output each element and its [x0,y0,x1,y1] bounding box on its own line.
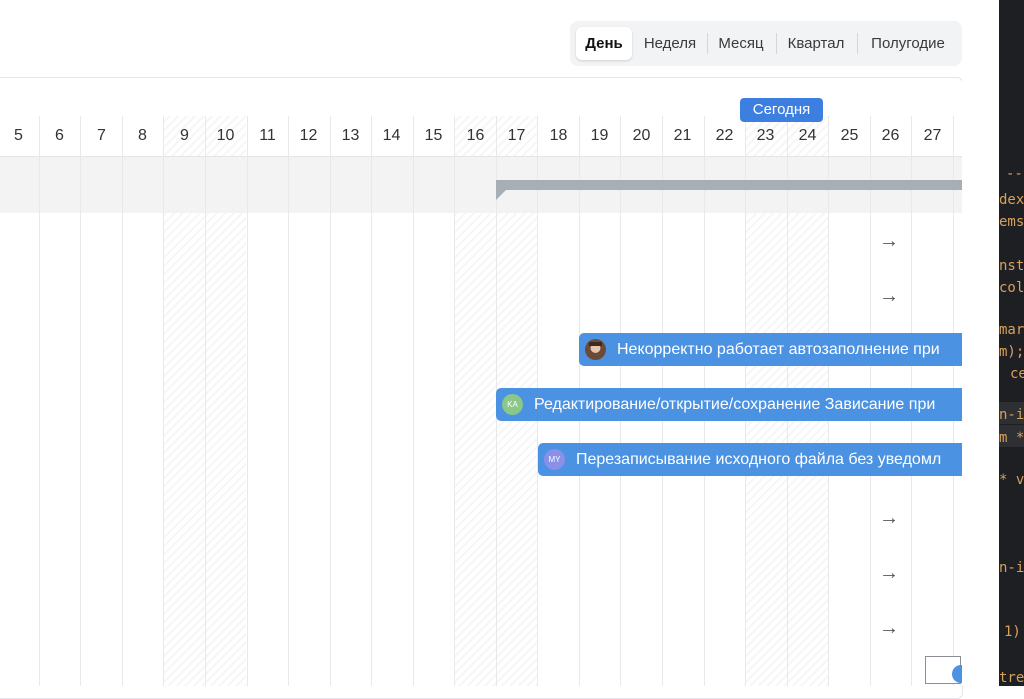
column-divider [39,116,40,686]
task-bar[interactable]: Некорректно работает автозаполнение при [579,333,962,366]
header-divider [0,156,962,157]
day-header: 10 [216,127,235,144]
day-header: 17 [507,127,526,144]
group-bar-tip [496,190,506,200]
code-line: 1) [1004,624,1021,640]
switcher-divider [776,33,777,54]
code-line: dex [999,192,1024,208]
task-title: Перезаписывание исходного файла без увед… [576,451,942,468]
day-header: 26 [881,127,900,144]
column-divider [330,116,331,686]
code-line: ce [1010,366,1024,382]
code-line: n-i [999,560,1024,576]
day-header: 18 [549,127,568,144]
day-header: 12 [299,127,318,144]
task-bar[interactable]: KA Редактирование/открытие/сохранение За… [496,388,962,421]
scroll-to-task-arrow-icon[interactable]: → [879,286,899,306]
view-month-button[interactable]: Месяц [709,27,773,60]
day-header: 20 [632,127,651,144]
group-summary-bar[interactable] [496,180,962,190]
code-line: * v [999,472,1024,488]
code-line: n-i [999,407,1024,423]
code-line: m); [999,344,1024,360]
day-header: 24 [798,127,817,144]
code-line: -- [1006,166,1023,182]
view-halfyear-button[interactable]: Полугодие [859,27,957,60]
day-header: 25 [840,127,859,144]
avatar: KA [502,394,523,415]
code-line: ems [999,214,1024,230]
switcher-divider [707,33,708,54]
day-header: 22 [715,127,734,144]
scroll-to-task-arrow-icon[interactable]: → [879,231,899,251]
task-bar[interactable]: MY Перезаписывание исходного файла без у… [538,443,962,476]
day-header: 7 [97,127,106,144]
today-badge: Сегодня [740,98,823,122]
code-line: m * [999,430,1024,446]
column-divider [247,116,248,686]
switcher-divider [857,33,858,54]
day-header: 9 [180,127,189,144]
code-line: tre [999,670,1024,686]
task-title: Редактирование/открытие/сохранение Завис… [534,396,936,413]
view-switcher: День Неделя Месяц Квартал Полугодие [570,21,962,66]
day-header: 21 [673,127,692,144]
day-header: 15 [424,127,443,144]
code-line: col [999,280,1024,296]
column-divider [371,116,372,686]
code-line: mar [999,322,1024,338]
column-divider [288,116,289,686]
column-divider [163,116,164,686]
avatar: MY [544,449,565,470]
task-title: Некорректно работает автозаполнение при [617,341,940,358]
day-header: 5 [14,127,23,144]
day-header: 6 [55,127,64,144]
day-header: 27 [923,127,942,144]
view-day-button[interactable]: День [576,27,632,60]
day-header: 11 [259,127,276,144]
day-header: 23 [756,127,775,144]
day-header: 14 [382,127,401,144]
column-divider [454,116,455,686]
code-editor [999,0,1024,686]
day-header: 8 [138,127,147,144]
scroll-to-task-arrow-icon[interactable]: → [879,563,899,583]
day-header: 13 [341,127,360,144]
scroll-to-task-arrow-icon[interactable]: → [879,618,899,638]
day-header: 19 [590,127,609,144]
view-week-button[interactable]: Неделя [636,27,704,60]
view-quarter-button[interactable]: Квартал [778,27,854,60]
column-divider [122,116,123,686]
column-divider [413,116,414,686]
scroll-to-task-arrow-icon[interactable]: → [879,508,899,528]
column-divider [205,116,206,686]
day-header: 16 [466,127,485,144]
column-divider [80,116,81,686]
code-line: nst [999,258,1024,274]
avatar [585,339,606,360]
